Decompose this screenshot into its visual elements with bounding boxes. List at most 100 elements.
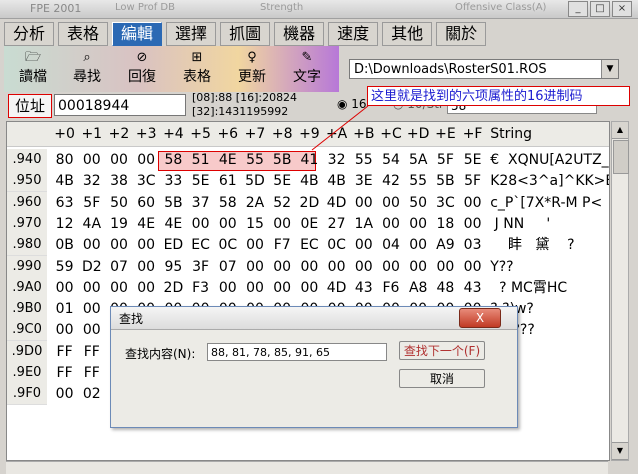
hex-byte[interactable]: 5F bbox=[432, 150, 459, 170]
hex-byte[interactable]: 43 bbox=[459, 278, 486, 298]
hex-byte[interactable]: 00 bbox=[296, 257, 323, 277]
hex-byte[interactable]: 00 bbox=[432, 257, 459, 277]
hex-string[interactable]: c_P`[7X*R-M P< bbox=[490, 193, 609, 213]
hex-byte[interactable]: 00 bbox=[269, 257, 296, 277]
hex-byte[interactable]: 32 bbox=[78, 171, 105, 191]
hex-byte[interactable]: 51 bbox=[187, 150, 214, 170]
hex-byte[interactable]: 33 bbox=[160, 171, 187, 191]
hex-byte[interactable]: 00 bbox=[133, 235, 160, 255]
hex-byte[interactable]: 00 bbox=[350, 235, 377, 255]
hex-byte[interactable]: F3 bbox=[187, 278, 214, 298]
hex-byte[interactable]: 5D bbox=[241, 171, 268, 191]
hex-byte[interactable]: 48 bbox=[432, 278, 459, 298]
update-button[interactable]: ♀ 更新 bbox=[229, 50, 275, 86]
hex-byte[interactable]: 5E bbox=[459, 150, 486, 170]
hex-byte[interactable]: 5A bbox=[405, 150, 432, 170]
hex-byte[interactable]: 63 bbox=[51, 193, 78, 213]
hex-byte[interactable]: 00 bbox=[405, 235, 432, 255]
hex-byte[interactable]: 4E bbox=[160, 214, 187, 234]
hex-byte[interactable]: 00 bbox=[105, 235, 132, 255]
hex-string[interactable]: ? MC霄HC bbox=[490, 278, 609, 298]
hex-byte[interactable]: 00 bbox=[377, 257, 404, 277]
hex-byte[interactable]: 00 bbox=[377, 214, 404, 234]
hex-byte[interactable]: 4E bbox=[133, 214, 160, 234]
chevron-down-icon[interactable]: ▼ bbox=[601, 60, 618, 78]
hex-byte[interactable]: 00 bbox=[241, 278, 268, 298]
hex-byte[interactable]: 4B bbox=[296, 171, 323, 191]
hex-byte[interactable]: 5E bbox=[269, 171, 296, 191]
hex-byte[interactable]: 00 bbox=[405, 257, 432, 277]
hex-byte[interactable]: 3C bbox=[432, 193, 459, 213]
hex-byte[interactable]: 00 bbox=[214, 278, 241, 298]
hex-byte[interactable]: 00 bbox=[105, 278, 132, 298]
hex-byte[interactable]: 00 bbox=[459, 257, 486, 277]
hex-byte[interactable]: 60 bbox=[133, 193, 160, 213]
hex-byte[interactable]: 4B bbox=[51, 171, 78, 191]
hex-byte[interactable]: 00 bbox=[377, 193, 404, 213]
hex-byte[interactable]: 58 bbox=[160, 150, 187, 170]
radio-hex[interactable]: ◉ 16 bbox=[337, 97, 367, 111]
scroll-up-icon[interactable]: ▲ bbox=[612, 122, 628, 139]
hex-byte[interactable]: 00 bbox=[241, 235, 268, 255]
hex-byte[interactable]: 3F bbox=[187, 257, 214, 277]
hex-byte[interactable]: 18 bbox=[432, 214, 459, 234]
hex-byte[interactable]: ED bbox=[160, 235, 187, 255]
vertical-scrollbar[interactable]: ▲ ▼ bbox=[611, 121, 629, 461]
hex-byte[interactable]: 00 bbox=[133, 257, 160, 277]
menu-other[interactable]: 其他 bbox=[382, 22, 433, 46]
hex-byte[interactable]: 0E bbox=[296, 214, 323, 234]
hex-byte[interactable]: 00 bbox=[51, 384, 78, 404]
hex-byte[interactable]: 00 bbox=[78, 150, 105, 170]
hex-byte[interactable]: 00 bbox=[105, 150, 132, 170]
hex-byte[interactable]: 4D bbox=[323, 193, 350, 213]
hex-byte[interactable]: 80 bbox=[51, 150, 78, 170]
hex-byte[interactable]: 03 bbox=[459, 235, 486, 255]
open-file-button[interactable]: 🗁 讀檔 bbox=[10, 50, 56, 86]
minimize-button[interactable]: _ bbox=[568, 1, 588, 17]
scroll-down-icon[interactable]: ▼ bbox=[612, 442, 628, 460]
hex-byte[interactable]: 4A bbox=[78, 214, 105, 234]
hex-byte[interactable]: 0C bbox=[214, 235, 241, 255]
close-icon[interactable]: X bbox=[459, 308, 501, 328]
hex-byte[interactable]: 1A bbox=[350, 214, 377, 234]
cancel-button[interactable]: 取消 bbox=[399, 369, 485, 388]
hex-byte[interactable]: FF bbox=[51, 342, 78, 362]
hex-byte[interactable]: 00 bbox=[133, 278, 160, 298]
hex-byte[interactable]: 00 bbox=[459, 214, 486, 234]
hex-byte[interactable]: 55 bbox=[405, 171, 432, 191]
find-input[interactable]: 88, 81, 78, 85, 91, 65 bbox=[207, 343, 387, 361]
hex-byte[interactable]: 50 bbox=[105, 193, 132, 213]
hex-byte[interactable]: 00 bbox=[187, 214, 214, 234]
hex-byte[interactable]: 4D bbox=[323, 278, 350, 298]
hex-string[interactable]: J NN ' bbox=[490, 214, 609, 234]
hex-byte[interactable]: 00 bbox=[241, 257, 268, 277]
hex-byte[interactable]: 00 bbox=[269, 214, 296, 234]
menu-edit[interactable]: 編輯 bbox=[112, 22, 163, 46]
hex-byte[interactable]: 3C bbox=[133, 171, 160, 191]
hex-byte[interactable]: 04 bbox=[377, 235, 404, 255]
hex-byte[interactable]: 00 bbox=[296, 278, 323, 298]
hex-byte[interactable]: 50 bbox=[405, 193, 432, 213]
hex-byte[interactable]: 58 bbox=[214, 193, 241, 213]
hex-byte[interactable]: 5B bbox=[269, 150, 296, 170]
hex-byte[interactable]: 52 bbox=[269, 193, 296, 213]
hex-string[interactable]: Y?? bbox=[490, 257, 609, 277]
hex-byte[interactable]: 61 bbox=[214, 171, 241, 191]
search-button[interactable]: ⌕ 尋找 bbox=[64, 50, 110, 86]
hex-string[interactable]: 盽 黛 ? bbox=[490, 235, 609, 255]
menu-analyze[interactable]: 分析 bbox=[4, 22, 55, 46]
hex-byte[interactable]: 0B bbox=[51, 235, 78, 255]
hex-byte[interactable]: 3E bbox=[350, 171, 377, 191]
menu-machine[interactable]: 機器 bbox=[274, 22, 325, 46]
hex-byte[interactable]: 55 bbox=[350, 150, 377, 170]
hex-byte[interactable]: FF bbox=[78, 342, 105, 362]
hex-byte[interactable]: EC bbox=[187, 235, 214, 255]
hex-byte[interactable]: 07 bbox=[105, 257, 132, 277]
hex-byte[interactable]: 15 bbox=[241, 214, 268, 234]
hex-byte[interactable]: 00 bbox=[133, 150, 160, 170]
hex-byte[interactable]: 2A bbox=[241, 193, 268, 213]
hex-byte[interactable]: 5F bbox=[78, 193, 105, 213]
hex-byte[interactable]: 41 bbox=[296, 150, 323, 170]
hex-byte[interactable]: 00 bbox=[323, 257, 350, 277]
hex-byte[interactable]: 42 bbox=[377, 171, 404, 191]
